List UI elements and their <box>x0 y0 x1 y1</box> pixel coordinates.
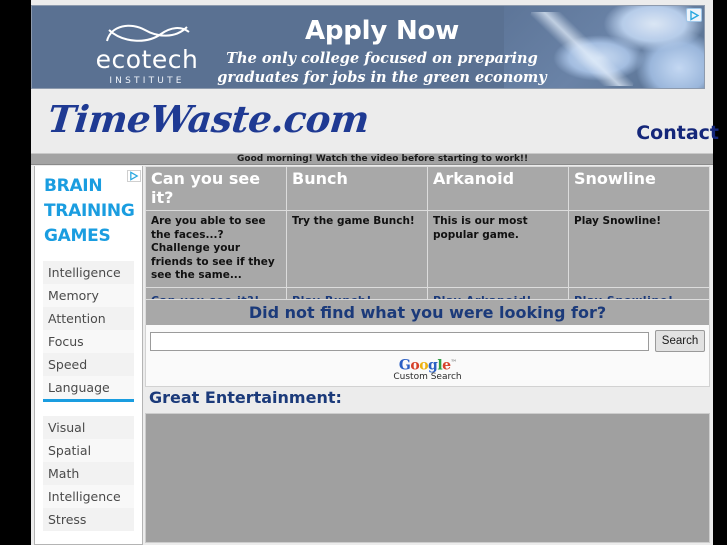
game-title-bunch: Bunch <box>286 166 428 211</box>
search-button[interactable]: Search <box>655 330 705 352</box>
sidebar-item-speed[interactable]: Speed <box>43 353 134 376</box>
search-input[interactable] <box>150 331 649 351</box>
entertainment-section: Great Entertainment: <box>145 384 710 545</box>
main-column: Can you see it? Bunch Arkanoid Snowline … <box>145 166 710 545</box>
content-area: BRAIN TRAINING GAMES Intelligence Memory… <box>31 166 713 545</box>
game-desc-bunch: Try the game Bunch! <box>286 210 428 288</box>
sidebar-item-visual[interactable]: Visual <box>43 416 134 439</box>
ticker-bar: Good morning! Watch the video before sta… <box>31 153 713 165</box>
sidebar-item-memory[interactable]: Memory <box>43 284 134 307</box>
google-custom-search-branding: Google™ Custom Search <box>150 356 705 382</box>
adchoices-icon[interactable] <box>686 8 702 22</box>
sidebar: BRAIN TRAINING GAMES Intelligence Memory… <box>34 166 143 545</box>
sidebar-list-primary: Intelligence Memory Attention Focus Spee… <box>35 261 142 399</box>
sidebar-item-language[interactable]: Language <box>43 376 134 399</box>
sidebar-adchoices-icon[interactable] <box>127 170 141 182</box>
ad-banner[interactable]: ecotech INSTITUTE Apply Now The only col… <box>31 5 705 89</box>
games-description-row: Are you able to see the faces...? Challe… <box>145 210 710 288</box>
sidebar-title: BRAIN TRAINING GAMES <box>44 176 135 246</box>
site-title: TimeWaste.com <box>45 97 372 141</box>
google-logo: Google™ <box>398 357 457 374</box>
ecotech-swoosh-icon <box>72 20 222 46</box>
entertainment-title: Great Entertainment: <box>149 388 342 407</box>
sidebar-item-focus[interactable]: Focus <box>43 330 134 353</box>
entertainment-placeholder[interactable] <box>145 413 710 543</box>
game-desc-snowline: Play Snowline! <box>568 210 710 288</box>
site-header: TimeWaste.com Contact <box>31 93 719 151</box>
google-tm: ™ <box>450 359 457 366</box>
search-heading: Did not find what you were looking for? <box>145 299 710 325</box>
ticker-message: Good morning! Watch the video before sta… <box>237 154 529 164</box>
search-body: Search Google™ Custom Search <box>145 325 710 387</box>
sidebar-item-intelligence[interactable]: Intelligence <box>43 261 134 284</box>
ad-subline: The only college focused on preparing gr… <box>217 50 547 86</box>
game-title-can-you-see-it: Can you see it? <box>145 166 287 211</box>
search-section: Did not find what you were looking for? … <box>145 299 710 387</box>
ad-headline: Apply Now <box>304 16 460 46</box>
game-title-snowline: Snowline <box>568 166 710 211</box>
custom-search-label: Custom Search <box>393 371 462 382</box>
game-desc-arkanoid: This is our most popular game. <box>427 210 569 288</box>
games-table: Can you see it? Bunch Arkanoid Snowline … <box>145 166 710 312</box>
search-row: Search <box>150 330 705 352</box>
contact-link[interactable]: Contact <box>636 122 719 144</box>
sidebar-item-stress[interactable]: Stress <box>43 508 134 531</box>
sidebar-item-math[interactable]: Math <box>43 462 134 485</box>
game-desc-can-you-see-it: Are you able to see the faces...? Challe… <box>145 210 287 288</box>
sidebar-list-secondary: Visual Spatial Math Intelligence Stress <box>35 416 142 531</box>
sidebar-item-attention[interactable]: Attention <box>43 307 134 330</box>
game-title-arkanoid: Arkanoid <box>427 166 569 211</box>
page-root: ecotech INSTITUTE Apply Now The only col… <box>31 0 719 545</box>
games-header-row: Can you see it? Bunch Arkanoid Snowline <box>145 166 710 211</box>
sidebar-item-spatial[interactable]: Spatial <box>43 439 134 462</box>
sidebar-item-intelligence-2[interactable]: Intelligence <box>43 485 134 508</box>
